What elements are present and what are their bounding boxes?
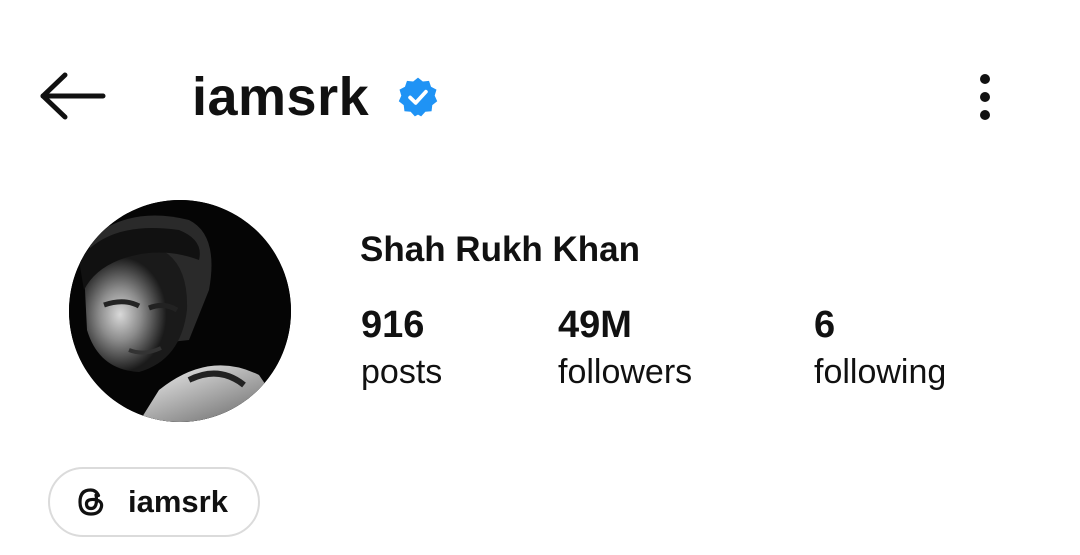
stat-posts-value: 916: [361, 304, 425, 346]
stat-followers-label: followers: [558, 353, 693, 391]
threads-icon: [78, 488, 104, 516]
avatar[interactable]: [69, 200, 291, 422]
stat-following[interactable]: 6 following: [814, 302, 946, 396]
avatar-photo: [69, 200, 291, 422]
more-options-button[interactable]: [962, 66, 1008, 128]
stat-followers-value: 49M: [558, 304, 632, 346]
back-button[interactable]: [34, 66, 110, 126]
threads-profile-link[interactable]: iamsrk: [48, 467, 260, 537]
profile-username-title: iamsrk: [192, 67, 370, 127]
profile-page: iamsrk Shah Rukh Khan 916 posts 49M foll…: [0, 0, 1080, 555]
stat-following-value: 6: [814, 304, 836, 346]
threads-username: iamsrk: [128, 484, 228, 519]
stat-following-label: following: [814, 353, 947, 391]
stat-followers[interactable]: 49M followers: [558, 302, 692, 396]
arrow-left-icon: [40, 72, 106, 120]
stat-posts[interactable]: 916 posts: [361, 302, 442, 396]
profile-display-name: Shah Rukh Khan: [360, 230, 641, 269]
stat-posts-label: posts: [361, 353, 443, 391]
more-vertical-icon: [980, 74, 990, 120]
verified-badge-icon: [398, 77, 438, 117]
